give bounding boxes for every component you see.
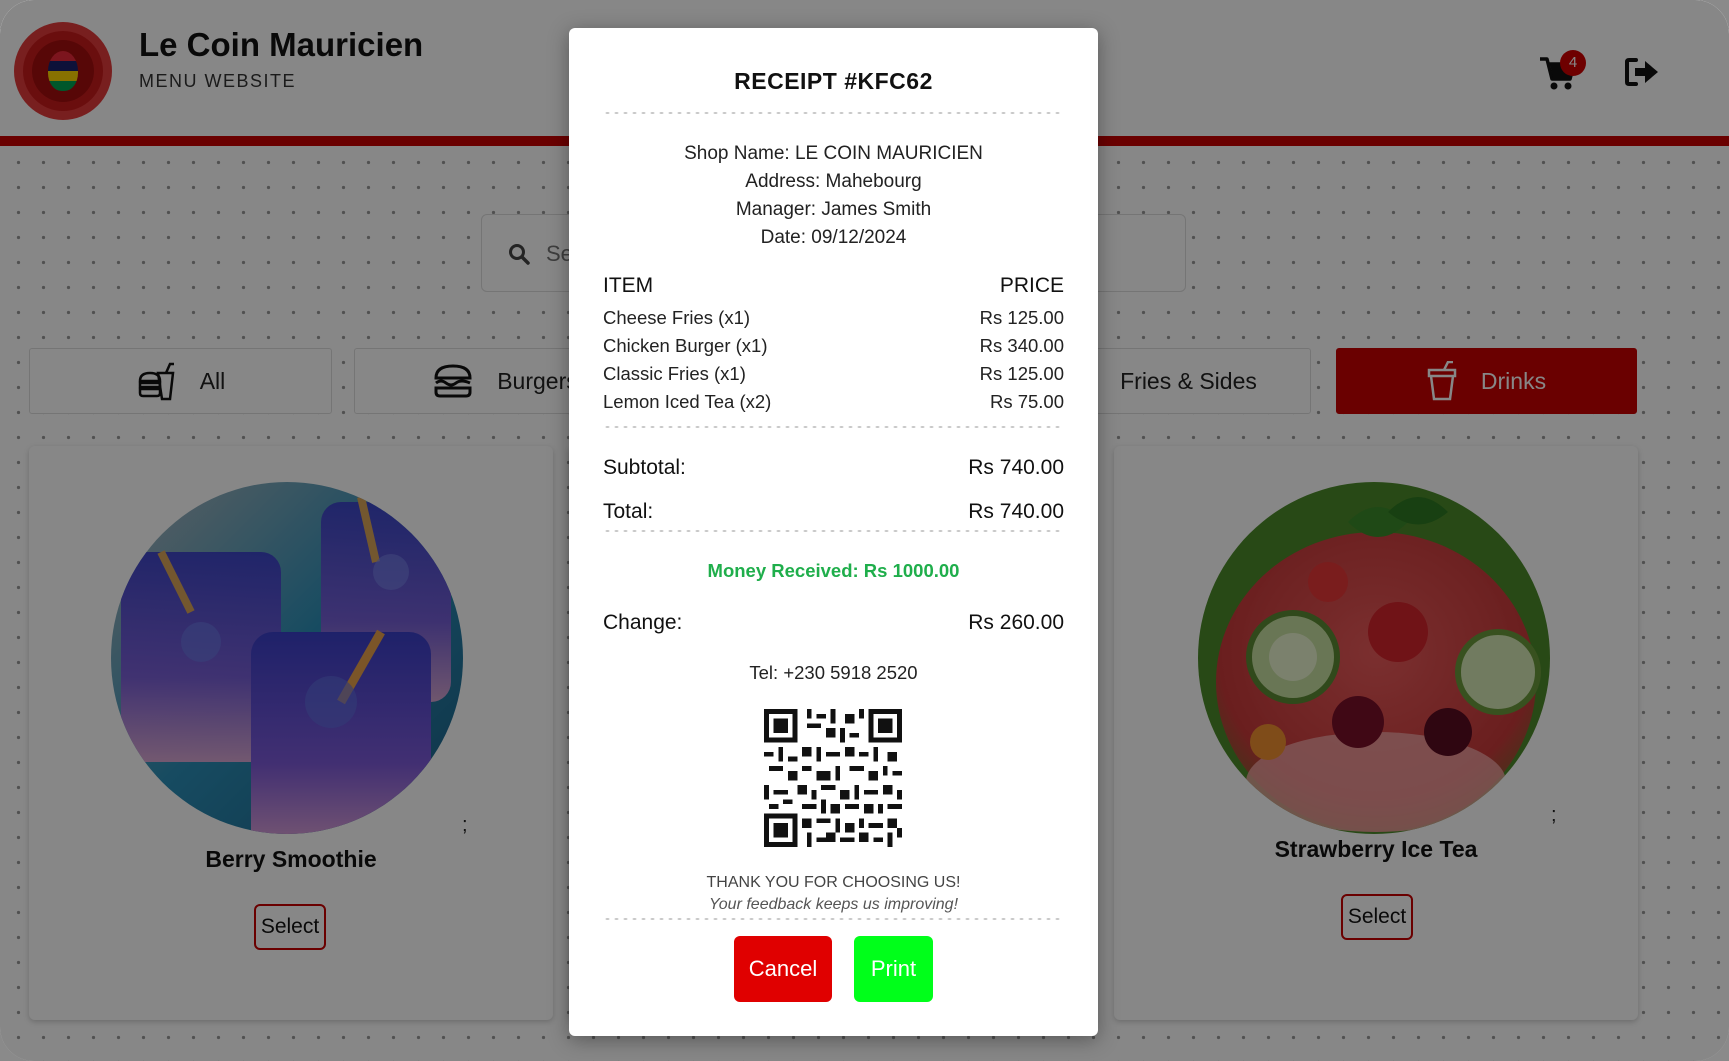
receipt-date: Date: 09/12/2024 bbox=[760, 227, 907, 248]
list-item: Chicken Burger (x1) Rs 340.00 bbox=[603, 333, 1064, 361]
list-item: Lemon Iced Tea (x2) Rs 75.00 bbox=[603, 389, 1064, 417]
total-row: Total: Rs 740.00 bbox=[603, 500, 1064, 524]
shop-address: Address: Mahebourg bbox=[745, 171, 922, 192]
items-header: ITEM PRICE bbox=[603, 274, 1064, 298]
dotted-divider bbox=[603, 529, 1064, 533]
feedback-message: Your feedback keeps us improving! bbox=[708, 896, 959, 913]
receipt-modal: RECEIPT #KFC62 Shop Name: LE COIN MAURIC… bbox=[569, 28, 1098, 1036]
dotted-divider bbox=[603, 425, 1064, 429]
price-column-header: PRICE bbox=[999, 274, 1064, 297]
subtotal-row: Subtotal: Rs 740.00 bbox=[603, 456, 1064, 480]
shop-info: Shop Name: LE COIN MAURICIEN Address: Ma… bbox=[603, 140, 1064, 252]
thank-you-message: THANK YOU FOR CHOOSING US! bbox=[706, 874, 961, 891]
change-value: Rs 260.00 bbox=[968, 611, 1064, 634]
item-name: Lemon Iced Tea (x2) bbox=[603, 391, 772, 412]
dotted-divider bbox=[603, 917, 1064, 921]
change-label: Change: bbox=[603, 611, 683, 634]
shop-phone: Tel: +230 5918 2520 bbox=[749, 662, 918, 683]
item-name: Cheese Fries (x1) bbox=[603, 307, 751, 328]
item-name: Chicken Burger (x1) bbox=[603, 335, 768, 356]
items-list: Cheese Fries (x1) Rs 125.00 Chicken Burg… bbox=[603, 305, 1064, 417]
qr-code bbox=[764, 709, 902, 847]
dotted-divider bbox=[603, 111, 1064, 115]
total-label: Total: bbox=[603, 500, 654, 523]
total-value: Rs 740.00 bbox=[968, 500, 1064, 523]
money-received: Money Received: Rs 1000.00 bbox=[707, 560, 960, 581]
receipt-title: RECEIPT #KFC62 bbox=[734, 68, 933, 94]
app-window: Le Coin Mauricien MENU WEBSITE 4 Search.… bbox=[0, 0, 1729, 1061]
item-name: Classic Fries (x1) bbox=[603, 363, 746, 384]
subtotal-label: Subtotal: bbox=[603, 456, 686, 479]
shop-manager: Manager: James Smith bbox=[735, 199, 932, 220]
item-price: Rs 125.00 bbox=[979, 307, 1064, 328]
print-button[interactable]: Print bbox=[854, 936, 933, 1002]
subtotal-value: Rs 740.00 bbox=[968, 456, 1064, 479]
item-price: Rs 125.00 bbox=[979, 363, 1064, 384]
change-row: Change: Rs 260.00 bbox=[603, 611, 1064, 635]
cancel-button[interactable]: Cancel bbox=[734, 936, 832, 1002]
list-item: Classic Fries (x1) Rs 125.00 bbox=[603, 361, 1064, 389]
shop-name: Shop Name: LE COIN MAURICIEN bbox=[684, 143, 983, 164]
item-price: Rs 340.00 bbox=[979, 335, 1064, 356]
item-column-header: ITEM bbox=[603, 274, 654, 297]
item-price: Rs 75.00 bbox=[989, 391, 1064, 412]
list-item: Cheese Fries (x1) Rs 125.00 bbox=[603, 305, 1064, 333]
